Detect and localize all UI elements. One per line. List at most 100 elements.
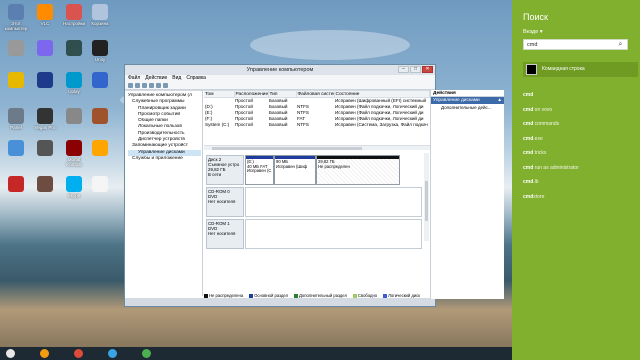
search-icon[interactable]: ⌕ (615, 40, 626, 49)
desktop-icon[interactable] (31, 140, 59, 157)
suggestion-rest: commands (533, 121, 560, 127)
desktop-icon[interactable] (31, 176, 59, 193)
legend-label: Дополнительный раздел (299, 293, 347, 298)
disk-label[interactable]: CD-ROM 1 DVD Нет носителя (206, 219, 244, 249)
help-icon[interactable] (156, 83, 161, 88)
menu-view[interactable]: Вид (172, 75, 181, 82)
app-icon (92, 72, 108, 88)
maximize-button[interactable]: □ (410, 66, 421, 73)
app-icon (8, 40, 24, 56)
legend-item: Основной раздел (249, 292, 288, 299)
desktop-icon[interactable] (31, 72, 59, 89)
title-bar[interactable]: Управление компьютером – □ ✕ (125, 65, 435, 75)
forward-icon[interactable] (135, 83, 140, 88)
back-icon[interactable] (128, 83, 133, 88)
desktop-icon[interactable] (86, 72, 114, 89)
desktop-icon[interactable]: Mortal Kombat (60, 140, 88, 167)
disk-info: Нет носителя (208, 231, 236, 236)
desktop-icon[interactable] (60, 108, 88, 125)
app-icon (8, 108, 24, 124)
menu-help[interactable]: Справка (186, 75, 206, 82)
desktop-icon[interactable] (2, 140, 30, 157)
search-suggestion[interactable]: cmd run as administrator (523, 165, 579, 171)
legend-item: Логический диск (383, 292, 420, 299)
menu-file[interactable]: Файл (128, 75, 140, 82)
table-cell: Исправен (Шифрованный (EFI) системный (335, 98, 427, 104)
suggestion-match: cmd (523, 150, 534, 156)
partition[interactable]: (E:) 40 МБ FAT Исправен (С (245, 155, 274, 185)
legend-label: Логический диск (388, 293, 421, 298)
partition[interactable]: 29,82 ГБ Не распределен (316, 155, 400, 185)
taskbar-app-icon[interactable] (142, 349, 151, 358)
desktop-icon[interactable] (86, 176, 114, 193)
desktop-icon[interactable] (2, 40, 30, 57)
close-button[interactable]: ✕ (422, 66, 433, 73)
desktop-icon[interactable]: Skype (60, 176, 88, 198)
app-icon (37, 40, 53, 56)
app-icon (66, 72, 82, 88)
taskbar-app-icon[interactable] (74, 349, 83, 358)
taskbar-app-icon[interactable] (6, 349, 15, 358)
desktop-icon-label: Vegas Pro (34, 125, 56, 130)
suggestion-rest: on vovo (533, 106, 553, 113)
desktop-icon[interactable]: Uplay (60, 72, 88, 94)
app-icon (92, 40, 108, 56)
search-result-cmd[interactable]: Командная строка (523, 62, 638, 77)
table-cell: Простой (235, 122, 253, 127)
desktop-icon[interactable] (86, 140, 114, 157)
desktop-icon[interactable]: Этот компьютер (2, 4, 30, 31)
table-cell: NTFS (297, 122, 309, 127)
taskbar-app-icon[interactable] (108, 349, 117, 358)
app-icon (37, 4, 53, 20)
table-row[interactable]: System (C:) Простой Базовый NTFS Исправен (С… (204, 122, 430, 128)
disk-label[interactable]: Диск 2 Съемное устро 29,82 ГБ В сети (206, 155, 244, 185)
table-cell: Исправен (Файл подкачки, Логический ди (335, 116, 424, 121)
desktop-icon-label: Panel (10, 125, 22, 130)
desktop-icon[interactable]: Корзина (86, 4, 114, 26)
disk-legend: Не распределена Основной раздел Дополнител… (125, 292, 425, 299)
tree-item[interactable]: Службы и приложение (128, 156, 201, 162)
properties-icon[interactable] (149, 83, 154, 88)
desktop-icon[interactable] (86, 108, 114, 125)
content-area: Управление компьютером (л Служебные прогр… (125, 91, 435, 298)
app-icon (66, 40, 82, 56)
suggestion-rest: .exe (533, 135, 543, 142)
disk-label[interactable]: CD-ROM 0 DVD Нет носителя (206, 187, 244, 217)
desktop-icon[interactable]: Vegas Pro (31, 108, 59, 130)
disk-map: Диск 2 Съемное устро 29,82 ГБ В сети (E:) 40 … (204, 153, 430, 293)
desktop-icon[interactable]: VLC (31, 4, 59, 26)
search-suggestion[interactable]: cmd tricks (523, 150, 546, 156)
search-input[interactable]: cmd ⌕ (523, 39, 628, 50)
suggestion-match: cmd (523, 106, 534, 113)
menu-action[interactable]: Действие (145, 75, 167, 82)
search-suggestion[interactable]: cmd commands (523, 121, 559, 127)
minimize-button[interactable]: – (398, 66, 409, 73)
table-cell: System (C:) (205, 122, 230, 127)
actions-header: Действия (431, 90, 504, 97)
desktop-icon[interactable] (31, 40, 59, 57)
desktop-icon[interactable] (2, 176, 30, 193)
search-suggestion[interactable]: cmd on vovo (523, 107, 552, 113)
app-icon (8, 140, 24, 156)
search-suggestion[interactable]: cmd.exe (523, 136, 543, 142)
search-suggestion[interactable]: cmdstore (523, 194, 544, 200)
search-suggestion[interactable]: cmd.lb (523, 179, 539, 185)
vertical-scrollbar[interactable] (424, 153, 429, 241)
search-scope-dropdown[interactable]: Везде ▾ (523, 29, 543, 35)
legend-swatch (294, 293, 299, 298)
horizontal-scrollbar[interactable] (204, 145, 430, 150)
desktop-icon[interactable]: Настройки (60, 4, 88, 26)
desktop-icon[interactable] (60, 40, 88, 57)
desktop-icon[interactable]: Unity (86, 40, 114, 62)
search-suggestion[interactable]: cmd (523, 92, 533, 98)
refresh-icon[interactable] (163, 83, 168, 88)
desktop-icon[interactable] (2, 72, 30, 89)
taskbar-app-icon[interactable] (40, 349, 49, 358)
action-disk-management[interactable]: Управление дисками ▲ (431, 97, 504, 104)
app-icon (8, 72, 24, 88)
action-more-actions[interactable]: Дополнительные дейс... (431, 104, 504, 111)
partition[interactable]: 90 МБ Исправен (Шиф (274, 155, 316, 185)
collapse-arrow-icon[interactable]: ▲ (497, 97, 502, 104)
up-icon[interactable] (142, 83, 147, 88)
desktop-icon[interactable]: Panel (2, 108, 30, 130)
